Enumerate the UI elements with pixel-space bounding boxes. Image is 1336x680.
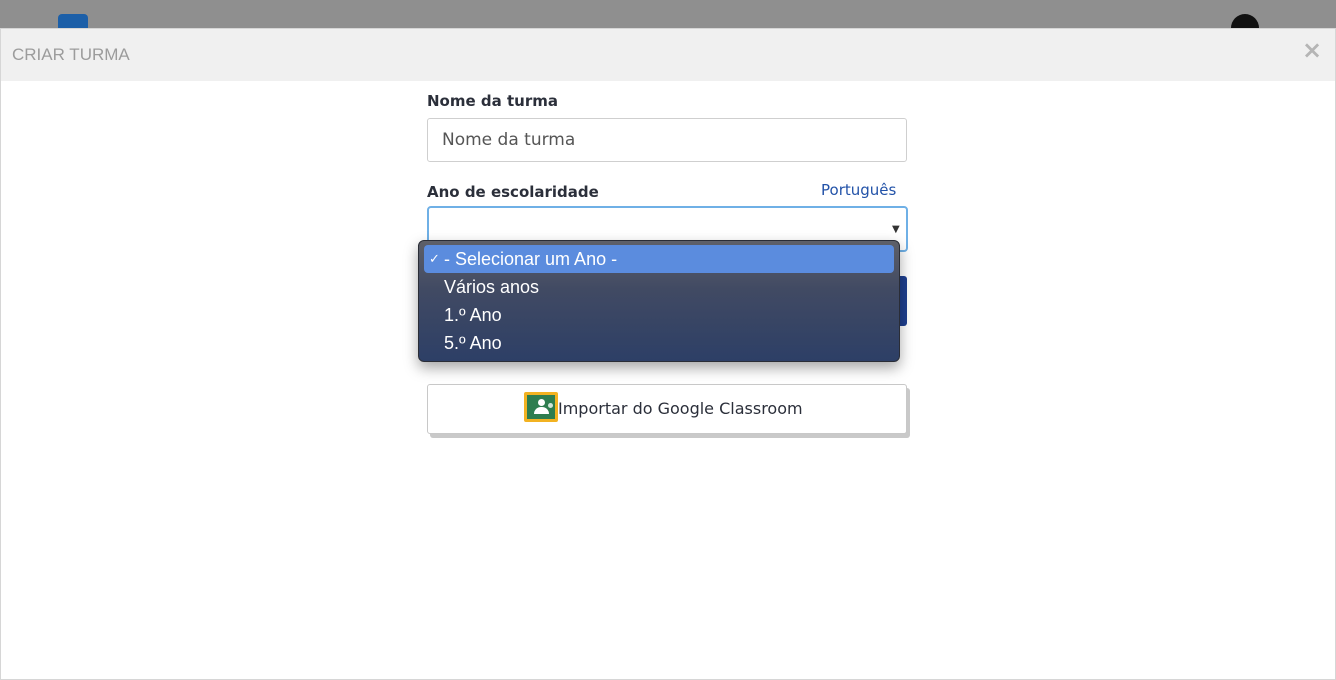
close-icon[interactable]: × (1299, 37, 1325, 63)
dropdown-option-select-year[interactable]: ✓ - Selecionar um Ano - (424, 245, 894, 273)
chevron-down-icon: ▼ (892, 224, 900, 235)
modal-header: CRIAR TURMA × (1, 29, 1335, 81)
class-name-input[interactable] (427, 118, 907, 162)
dropdown-option-year-5[interactable]: 5.º Ano (424, 329, 894, 357)
import-google-classroom-label: Importar do Google Classroom (558, 399, 803, 418)
dropdown-option-label: - Selecionar um Ano - (444, 249, 618, 269)
google-classroom-icon (524, 392, 558, 422)
dropdown-option-label: 5.º Ano (444, 333, 502, 353)
language-link[interactable]: Português (821, 181, 896, 199)
class-name-label: Nome da turma (427, 92, 558, 110)
brand-logo-icon (58, 14, 88, 28)
dropdown-option-label: 1.º Ano (444, 305, 502, 325)
import-google-classroom-button[interactable]: Importar do Google Classroom (427, 384, 907, 434)
checkmark-icon: ✓ (429, 251, 440, 266)
school-year-dropdown-menu: ✓ - Selecionar um Ano - Vários anos 1.º … (418, 240, 900, 362)
dropdown-option-multiple-years[interactable]: Vários anos (424, 273, 894, 301)
modal-title: CRIAR TURMA (12, 45, 130, 64)
user-avatar-icon (1231, 14, 1259, 28)
dropdown-option-year-1[interactable]: 1.º Ano (424, 301, 894, 329)
dropdown-option-label: Vários anos (444, 277, 540, 297)
school-year-label: Ano de escolaridade (427, 183, 599, 201)
background-page (0, 0, 1336, 28)
